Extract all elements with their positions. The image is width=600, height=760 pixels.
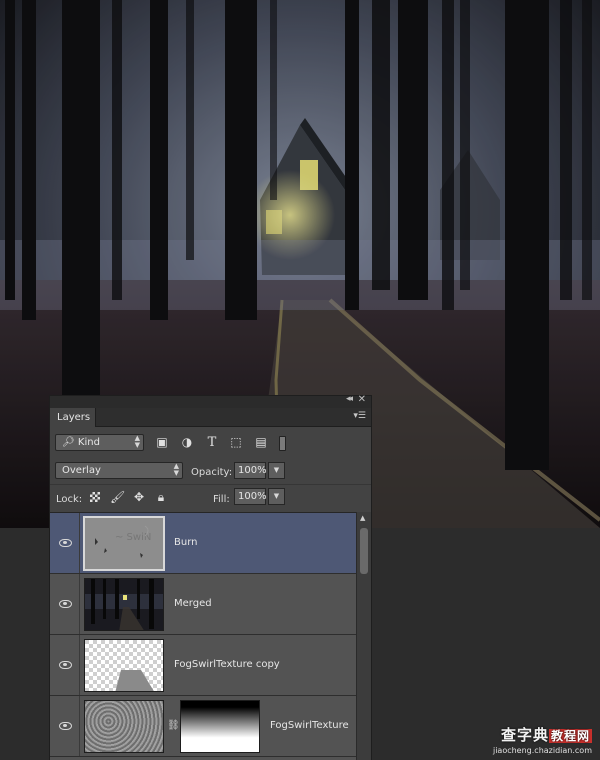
eye-icon (59, 600, 72, 608)
panel-titlebar[interactable]: ◂◂ ✕ (50, 394, 371, 408)
image-filter-icon[interactable]: ▣ (154, 434, 170, 451)
layer-row[interactable]: Merged (50, 574, 356, 635)
stepper-arrows-icon: ▲ ▼ (173, 462, 179, 477)
eye-icon (59, 661, 72, 669)
filter-toggle-switch[interactable] (279, 436, 286, 451)
fill-input[interactable]: 100% (234, 488, 267, 505)
link-chain-icon[interactable]: ⛓︎ (167, 718, 180, 734)
layer-name[interactable]: FogSwirlTexture copy (174, 659, 280, 670)
layer-thumbnail (84, 578, 164, 631)
tab-layers[interactable]: Layers (50, 408, 96, 427)
filter-row: 🔎︎ Kind ▲ ▼ ▣ ◑ T ⬚ ▤ (50, 429, 371, 457)
type-filter-icon[interactable]: T (204, 434, 220, 451)
blend-mode-select[interactable]: Overlay ▲ ▼ (55, 462, 183, 479)
scroll-up-icon[interactable]: ▲ (360, 514, 365, 522)
layer-thumbnail (84, 639, 164, 692)
lock-label: Lock: (56, 494, 83, 505)
watermark-logo: 查字典 教程网 jiaocheng.chazidian.com (462, 724, 592, 755)
layer-row[interactable]: ⛓︎ FogSwirlTexture (50, 696, 356, 757)
close-icon[interactable]: ✕ (358, 394, 366, 405)
lock-image-pixels-icon[interactable]: 🖌︎ (110, 490, 125, 504)
watermark-title: 查字典 教程网 (500, 726, 592, 744)
fill-label: Fill: (213, 494, 230, 505)
watermark-url: jiaocheng.chazidian.com (492, 746, 592, 755)
svg-text:~ SwiN: ~ SwiN (115, 532, 151, 543)
layers-panel: ◂◂ ✕ Layers ▾☰ 🔎︎ Kind ▲ ▼ ▣ ◑ T ⬚ ▤ Over… (49, 394, 372, 760)
lock-all-icon[interactable]: 🔒︎ (154, 490, 168, 504)
layer-thumbnail: ~ SwiN (83, 516, 165, 571)
eye-icon (59, 722, 72, 730)
layer-row[interactable]: FogSwirlTexture copy (50, 635, 356, 696)
smart-object-filter-icon[interactable]: ▤ (253, 434, 269, 451)
opacity-dropdown-button[interactable]: ▼ (268, 462, 285, 479)
layer-list-scrollbar[interactable]: ▲ (356, 512, 371, 760)
visibility-toggle[interactable] (50, 513, 80, 573)
visibility-toggle[interactable] (50, 696, 80, 756)
layer-mask-thumbnail[interactable] (180, 700, 260, 753)
opacity-label: Opacity: (191, 467, 233, 478)
lock-transparent-pixels-icon[interactable] (88, 490, 102, 504)
shape-filter-icon[interactable]: ⬚ (228, 434, 244, 451)
opacity-input[interactable]: 100% (234, 462, 267, 479)
layer-name[interactable]: FogSwirlTexture (270, 720, 349, 731)
lock-row: Lock: 🖌︎ ✥ 🔒︎ Fill: 100% ▼ (50, 484, 371, 512)
adjustment-filter-icon[interactable]: ◑ (179, 434, 195, 451)
layer-row[interactable]: ~ SwiN Burn (50, 513, 356, 574)
chevron-down-icon: ▼ (273, 466, 280, 474)
stepper-arrows-icon: ▲ ▼ (134, 434, 140, 449)
search-icon: 🔎︎ (62, 437, 75, 448)
scroll-thumb[interactable] (360, 528, 368, 574)
lock-position-icon[interactable]: ✥ (132, 490, 146, 504)
eye-icon (59, 539, 72, 547)
fill-dropdown-button[interactable]: ▼ (268, 488, 285, 505)
layer-thumbnail (84, 700, 164, 753)
chevron-down-icon: ▼ (273, 492, 280, 500)
kind-filter-value: Kind (77, 437, 100, 448)
blend-mode-value: Overlay (62, 465, 101, 476)
visibility-toggle[interactable] (50, 574, 80, 634)
panel-menu-icon[interactable]: ▾☰ (353, 411, 366, 421)
layer-list: ~ SwiN Burn Merged FogSwirlTexture copy … (50, 512, 356, 760)
double-chevron-icon[interactable]: ◂◂ (346, 394, 353, 404)
visibility-toggle[interactable] (50, 635, 80, 695)
blend-row: Overlay ▲ ▼ Opacity: 100% ▼ (50, 457, 371, 485)
layer-name[interactable]: Burn (174, 537, 197, 548)
layer-name[interactable]: Merged (174, 598, 212, 609)
kind-filter-select[interactable]: 🔎︎ Kind ▲ ▼ (55, 434, 144, 451)
panel-tabbar: Layers ▾☰ (50, 408, 371, 427)
